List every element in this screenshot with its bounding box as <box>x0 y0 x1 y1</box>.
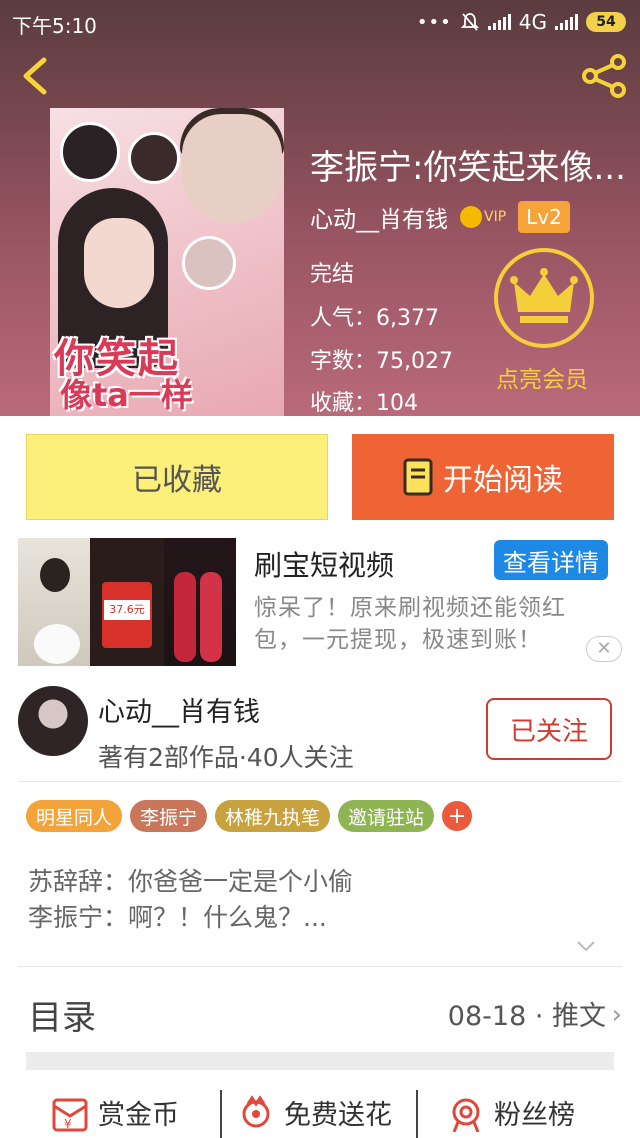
reward-coins-button[interactable]: ¥ 赏金币 <box>50 1092 179 1132</box>
author-name[interactable]: 心动__肖有钱 <box>310 200 448 234</box>
ad-person <box>174 572 196 662</box>
start-reading-label: 开始阅读 <box>443 463 563 498</box>
send-flower-label: 免费送花 <box>284 1099 392 1131</box>
cover-figure-face <box>84 218 154 308</box>
tag-item[interactable]: 李振宁 <box>130 800 208 832</box>
book-status: 完结 <box>310 262 355 287</box>
author-block-meta: 著有2部作品·40人关注 <box>98 743 354 772</box>
vip-crown-icon <box>460 206 482 228</box>
avatar[interactable] <box>18 686 88 756</box>
cover-title-text-2: 像ta一样 <box>60 376 193 414</box>
member-crown-button[interactable] <box>494 248 594 348</box>
signal-icon-2 <box>555 14 578 30</box>
flower-icon <box>242 1095 270 1128</box>
level-badge: Lv2 <box>518 201 570 233</box>
tag-item[interactable]: 明星同人 <box>26 800 123 832</box>
red-envelope-icon: ¥ <box>52 1098 88 1132</box>
ad-panel-1 <box>18 538 90 666</box>
separator <box>220 1090 222 1138</box>
ad-description[interactable]: 惊呆了！原来刷视频还能领红包，一元提现，极速到账！ <box>254 592 604 656</box>
cover-figure2-face <box>182 114 282 224</box>
book-favorites: 收藏：104 <box>310 391 418 416</box>
book-popularity: 人气：6,377 <box>310 306 439 331</box>
status-bar: 下午5:10 ••• 4G 54 <box>0 0 640 44</box>
start-reading-button[interactable]: 开始阅读 <box>352 434 614 520</box>
author-block-name[interactable]: 心动__肖有钱 <box>98 690 260 729</box>
ad-detail-button[interactable]: 查看详情 <box>494 540 608 580</box>
vip-label: VIP <box>484 209 507 225</box>
follow-button[interactable]: 已关注 <box>486 698 612 760</box>
book-header: 下午5:10 ••• 4G 54 你笑起 像ta一样 李振宁:你笑起来像... … <box>0 0 640 416</box>
cover-circle-portrait <box>128 132 180 184</box>
ad-panel-3 <box>164 538 236 666</box>
cover-circle-portrait <box>60 122 120 182</box>
ad-close-icon[interactable]: ✕ <box>586 636 622 662</box>
summary-line: 苏辞辞：你爸爸一定是个小偷 <box>28 867 354 896</box>
ad-image[interactable]: 37.6元 <box>18 538 236 666</box>
collected-button[interactable]: 已收藏 <box>26 434 328 520</box>
fans-ranking-label: 粉丝榜 <box>494 1099 575 1131</box>
member-label[interactable]: 点亮会员 <box>496 360 588 394</box>
book-title: 李振宁:你笑起来像... <box>310 148 626 188</box>
ad-panel-2: 37.6元 <box>90 538 164 666</box>
chevron-right-icon[interactable]: › <box>612 1000 622 1030</box>
toc-title[interactable]: 目录 <box>28 990 96 1039</box>
crown-icon <box>510 268 578 323</box>
divider <box>18 781 622 782</box>
divider <box>18 966 622 967</box>
tag-item[interactable]: 邀请驻站 <box>338 800 435 832</box>
tag-list: 明星同人 李振宁 林稚九执笔 邀请驻站 + <box>26 800 473 832</box>
status-icons: ••• 4G 54 <box>417 10 626 34</box>
section-spacer <box>26 1052 614 1070</box>
vip-badge: VIP <box>460 206 506 228</box>
fans-ranking-button[interactable]: 粉丝榜 <box>446 1092 575 1132</box>
add-tag-button[interactable]: + <box>442 801 473 831</box>
ad-title[interactable]: 刷宝短视频 <box>254 544 394 584</box>
signal-icon <box>487 14 511 30</box>
more-dots-icon: ••• <box>416 11 452 33</box>
separator <box>416 1090 418 1138</box>
cover-circle-portrait <box>182 236 236 290</box>
ranking-medal-icon <box>452 1098 480 1132</box>
network-type: 4G <box>518 10 547 34</box>
book-cover[interactable]: 你笑起 像ta一样 <box>50 108 284 416</box>
battery-icon: 54 <box>586 12 626 32</box>
ad-person <box>40 558 70 592</box>
ad-dog <box>34 624 80 664</box>
bell-muted-icon <box>460 13 479 31</box>
ad-person <box>200 572 222 662</box>
author-row: 心动__肖有钱 VIP Lv2 <box>310 200 570 234</box>
book-summary[interactable]: 苏辞辞：你爸爸一定是个小偷 李振宁：啊？！什么鬼？... <box>28 864 353 936</box>
back-arrow-icon[interactable] <box>20 56 50 96</box>
book-icon <box>403 458 433 496</box>
reward-coins-label: 赏金币 <box>98 1099 179 1131</box>
book-word-count: 字数：75,027 <box>310 349 453 374</box>
send-flower-button[interactable]: 免费送花 <box>236 1092 392 1132</box>
svg-text:¥: ¥ <box>64 1117 72 1131</box>
tag-item[interactable]: 林稚九执笔 <box>215 800 331 832</box>
chevron-down-icon[interactable] <box>574 934 598 958</box>
ad-amount: 37.6元 <box>104 600 150 620</box>
share-icon[interactable] <box>580 54 628 98</box>
status-time: 下午5:10 <box>12 14 97 38</box>
toc-latest[interactable]: 08-18 · 推文 <box>448 994 606 1033</box>
summary-line: 李振宁：啊？！什么鬼？... <box>28 903 327 932</box>
